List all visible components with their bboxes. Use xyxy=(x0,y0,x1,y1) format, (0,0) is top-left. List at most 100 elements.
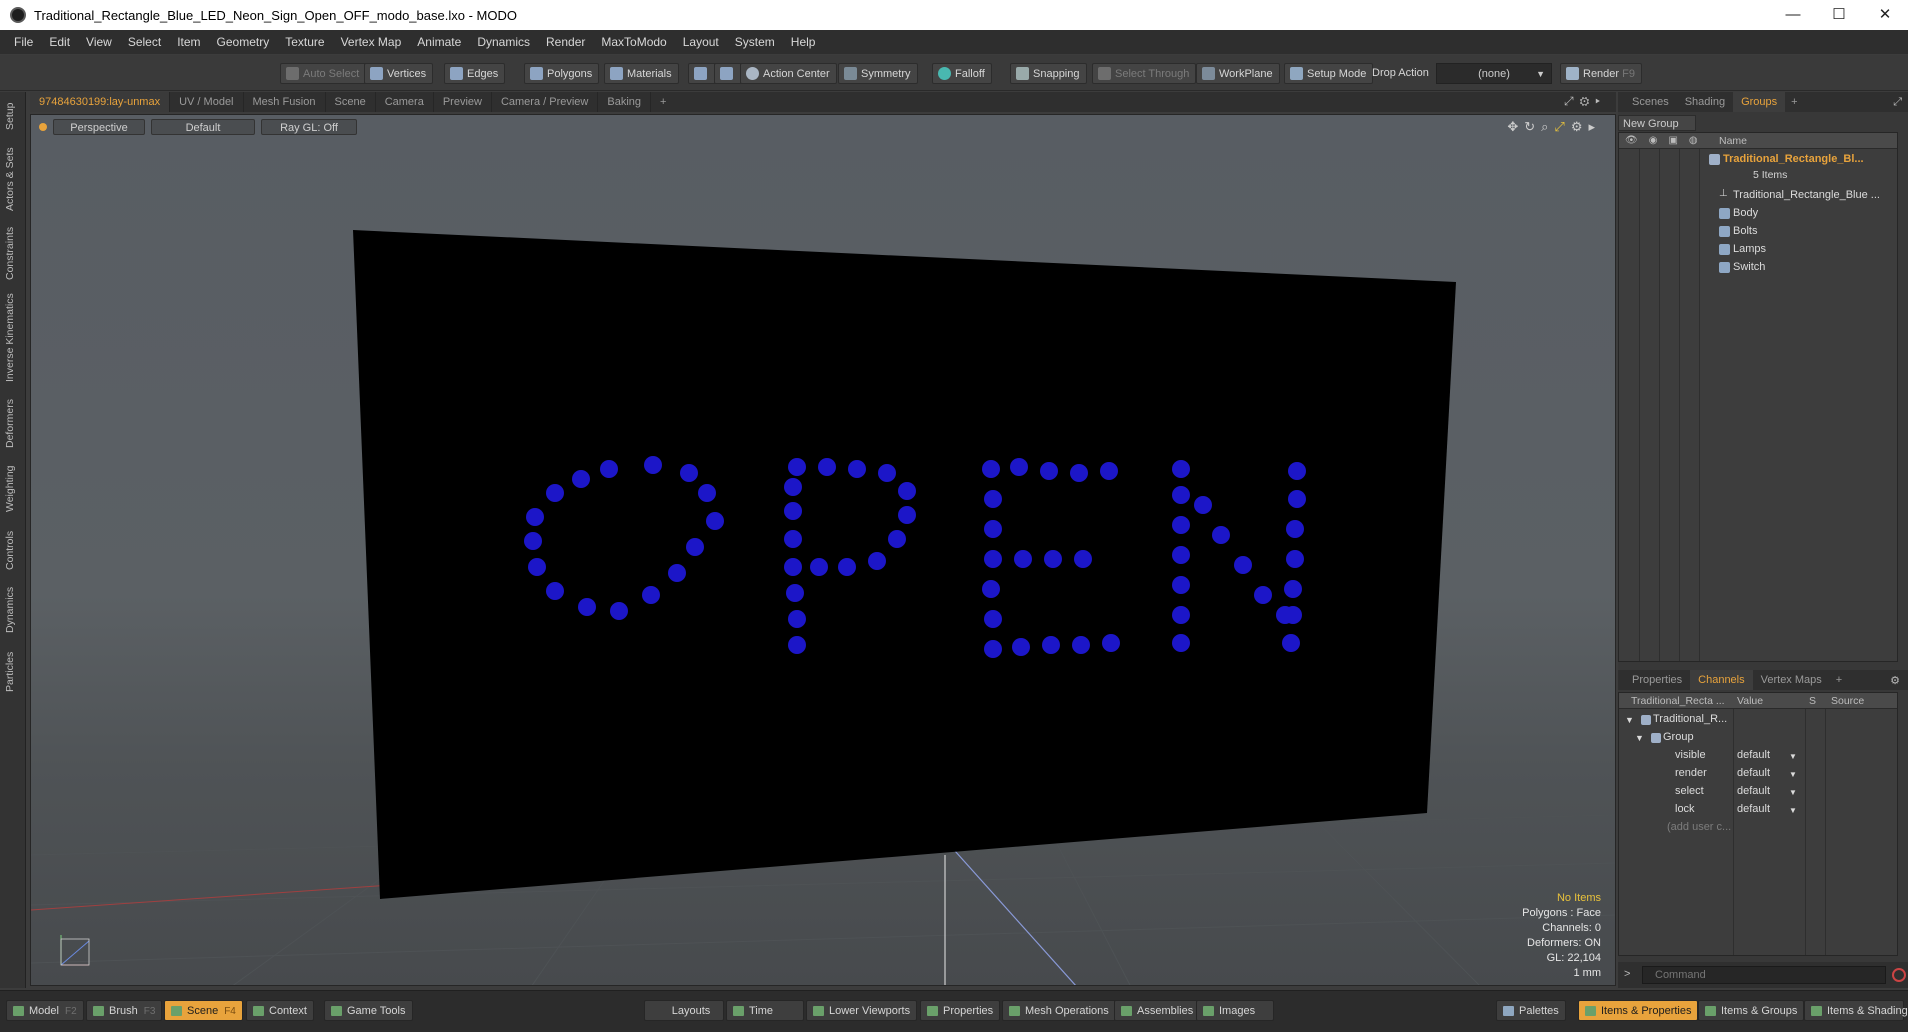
menu-maxtomodo[interactable]: MaxToModo xyxy=(593,35,674,49)
tab-setup[interactable]: Setup xyxy=(4,98,22,134)
command-input[interactable] xyxy=(1642,966,1886,984)
tab-deformers[interactable]: Deformers xyxy=(4,394,22,452)
menu-select[interactable]: Select xyxy=(120,35,169,49)
game-tools-button[interactable]: Game Tools xyxy=(324,1000,413,1021)
menu-edit[interactable]: Edit xyxy=(41,35,78,49)
tab-camera[interactable]: Camera xyxy=(376,92,434,112)
images-button[interactable]: Images xyxy=(1196,1000,1274,1021)
select-mode-a-button[interactable] xyxy=(688,63,716,84)
snapping-button[interactable]: Snapping xyxy=(1010,63,1087,84)
group-item-body[interactable]: Body xyxy=(1619,205,1897,223)
context-button[interactable]: Context xyxy=(246,1000,314,1021)
menu-item[interactable]: Item xyxy=(169,35,208,49)
add-tab-button[interactable]: + xyxy=(1830,674,1848,686)
tab-baking[interactable]: Baking xyxy=(598,92,652,112)
render-icon[interactable]: ◉ xyxy=(1649,135,1669,146)
select-through-button[interactable]: Select Through xyxy=(1092,63,1197,84)
channel-tree-group[interactable]: ▼ Group xyxy=(1619,729,1897,747)
properties-button[interactable]: Properties xyxy=(920,1000,1001,1021)
arrow-right-icon[interactable]: ▸ xyxy=(1595,94,1606,108)
tab-groups[interactable]: Groups xyxy=(1733,92,1786,112)
chevron-down-icon[interactable]: ▼ xyxy=(1789,770,1797,779)
eye-icon[interactable]: 👁 xyxy=(1625,135,1649,146)
tab-mesh-fusion[interactable]: Mesh Fusion xyxy=(244,92,326,112)
channel-row-select[interactable]: select default ▼ xyxy=(1619,783,1897,801)
group-item-locator[interactable]: ⊥ Traditional_Rectangle_Blue ... xyxy=(1619,187,1897,205)
menu-vertex-map[interactable]: Vertex Map xyxy=(333,35,410,49)
select-mode-b-button[interactable] xyxy=(714,63,742,84)
workplane-button[interactable]: WorkPlane xyxy=(1196,63,1280,84)
channel-row-visible[interactable]: visible default ▼ xyxy=(1619,747,1897,765)
channel-row-render[interactable]: render default ▼ xyxy=(1619,765,1897,783)
record-icon[interactable] xyxy=(1892,968,1906,982)
add-tab-button[interactable]: + xyxy=(651,92,675,112)
action-center-button[interactable]: Action Center xyxy=(740,63,837,84)
model-button[interactable]: Model F2 xyxy=(6,1000,84,1021)
gear-icon[interactable]: ⚙ xyxy=(1580,94,1596,108)
items-properties-button[interactable]: Items & Properties xyxy=(1578,1000,1699,1021)
items-shading-button[interactable]: Items & Shading xyxy=(1804,1000,1908,1021)
mesh-operations-button[interactable]: Mesh Operations xyxy=(1002,1000,1116,1021)
tab-controls[interactable]: Controls xyxy=(4,526,22,574)
expand-icon[interactable]: ⤢ xyxy=(1564,94,1580,108)
new-group-button[interactable]: New Group xyxy=(1618,115,1696,131)
chevron-down-icon[interactable]: ▼ xyxy=(1789,806,1797,815)
drop-action-select[interactable]: (none) ▼ xyxy=(1436,63,1552,84)
tab-constraints[interactable]: Constraints xyxy=(4,224,22,282)
chevron-down-icon[interactable]: ▼ xyxy=(1789,788,1797,797)
add-tab-button[interactable]: + xyxy=(1785,96,1803,108)
auto-select-button[interactable]: Auto Select xyxy=(280,63,367,84)
channel-tree-root[interactable]: ▼ Traditional_R... xyxy=(1619,711,1897,729)
tab-uv-model[interactable]: UV / Model xyxy=(170,92,244,112)
group-item-switch[interactable]: Switch xyxy=(1619,259,1897,277)
menu-animate[interactable]: Animate xyxy=(409,35,469,49)
time-button[interactable]: Time xyxy=(726,1000,804,1021)
polygons-button[interactable]: Polygons xyxy=(524,63,600,84)
chevron-down-icon[interactable]: ▼ xyxy=(1789,752,1797,761)
menu-system[interactable]: System xyxy=(727,35,783,49)
lock-icon[interactable]: ▣ xyxy=(1668,135,1688,146)
tab-scenes[interactable]: Scenes xyxy=(1624,92,1677,112)
lower-viewports-button[interactable]: Lower Viewports xyxy=(806,1000,918,1021)
tab-properties[interactable]: Properties xyxy=(1624,670,1690,690)
close-button[interactable]: ✕ xyxy=(1862,0,1908,30)
menu-view[interactable]: View xyxy=(78,35,120,49)
brush-button[interactable]: Brush F3 xyxy=(86,1000,163,1021)
symmetry-button[interactable]: Symmetry xyxy=(838,63,918,84)
menu-texture[interactable]: Texture xyxy=(277,35,332,49)
maximize-button[interactable]: ☐ xyxy=(1816,0,1862,30)
menu-geometry[interactable]: Geometry xyxy=(209,35,278,49)
channel-row-lock[interactable]: lock default ▼ xyxy=(1619,801,1897,819)
select-icon[interactable]: ◍ xyxy=(1689,135,1709,146)
expand-icon[interactable]: ⤢ xyxy=(1893,96,1902,109)
group-item-lamps[interactable]: Lamps xyxy=(1619,241,1897,259)
items-groups-button[interactable]: Items & Groups xyxy=(1698,1000,1805,1021)
tab-lay-unmax[interactable]: 97484630199:lay-unmax xyxy=(30,92,171,112)
assemblies-button[interactable]: Assemblies xyxy=(1114,1000,1201,1021)
edges-button[interactable]: Edges xyxy=(444,63,506,84)
palettes-button[interactable]: Palettes xyxy=(1496,1000,1566,1021)
add-user-channel[interactable]: (add user c... xyxy=(1619,819,1897,837)
3d-viewport[interactable]: Perspective Default Ray GL: Off ✥↻⌕⤢⚙▸ N… xyxy=(30,114,1616,986)
group-row-root[interactable]: Traditional_Rectangle_Bl... xyxy=(1619,151,1897,169)
group-item-bolts[interactable]: Bolts xyxy=(1619,223,1897,241)
menu-layout[interactable]: Layout xyxy=(675,35,727,49)
tab-actors-sets[interactable]: Actors & Sets xyxy=(4,144,22,214)
minimize-button[interactable]: — xyxy=(1770,0,1816,30)
tab-inverse-kinematics[interactable]: Inverse Kinematics xyxy=(4,290,22,386)
tab-scene[interactable]: Scene xyxy=(326,92,376,112)
tab-shading[interactable]: Shading xyxy=(1677,92,1733,112)
tab-weighting[interactable]: Weighting xyxy=(4,460,22,518)
menu-dynamics[interactable]: Dynamics xyxy=(469,35,538,49)
menu-render[interactable]: Render xyxy=(538,35,593,49)
layouts-button[interactable]: Layouts xyxy=(644,1000,724,1021)
gear-icon[interactable]: ⚙ xyxy=(1890,674,1900,687)
falloff-button[interactable]: Falloff xyxy=(932,63,992,84)
tab-preview[interactable]: Preview xyxy=(434,92,492,112)
tab-camera-preview[interactable]: Camera / Preview xyxy=(492,92,599,112)
render-button[interactable]: Render F9 xyxy=(1560,63,1642,84)
menu-file[interactable]: File xyxy=(6,35,41,49)
scene-button[interactable]: Scene F4 xyxy=(164,1000,243,1021)
tab-particles[interactable]: Particles xyxy=(4,646,22,698)
materials-button[interactable]: Materials xyxy=(604,63,679,84)
